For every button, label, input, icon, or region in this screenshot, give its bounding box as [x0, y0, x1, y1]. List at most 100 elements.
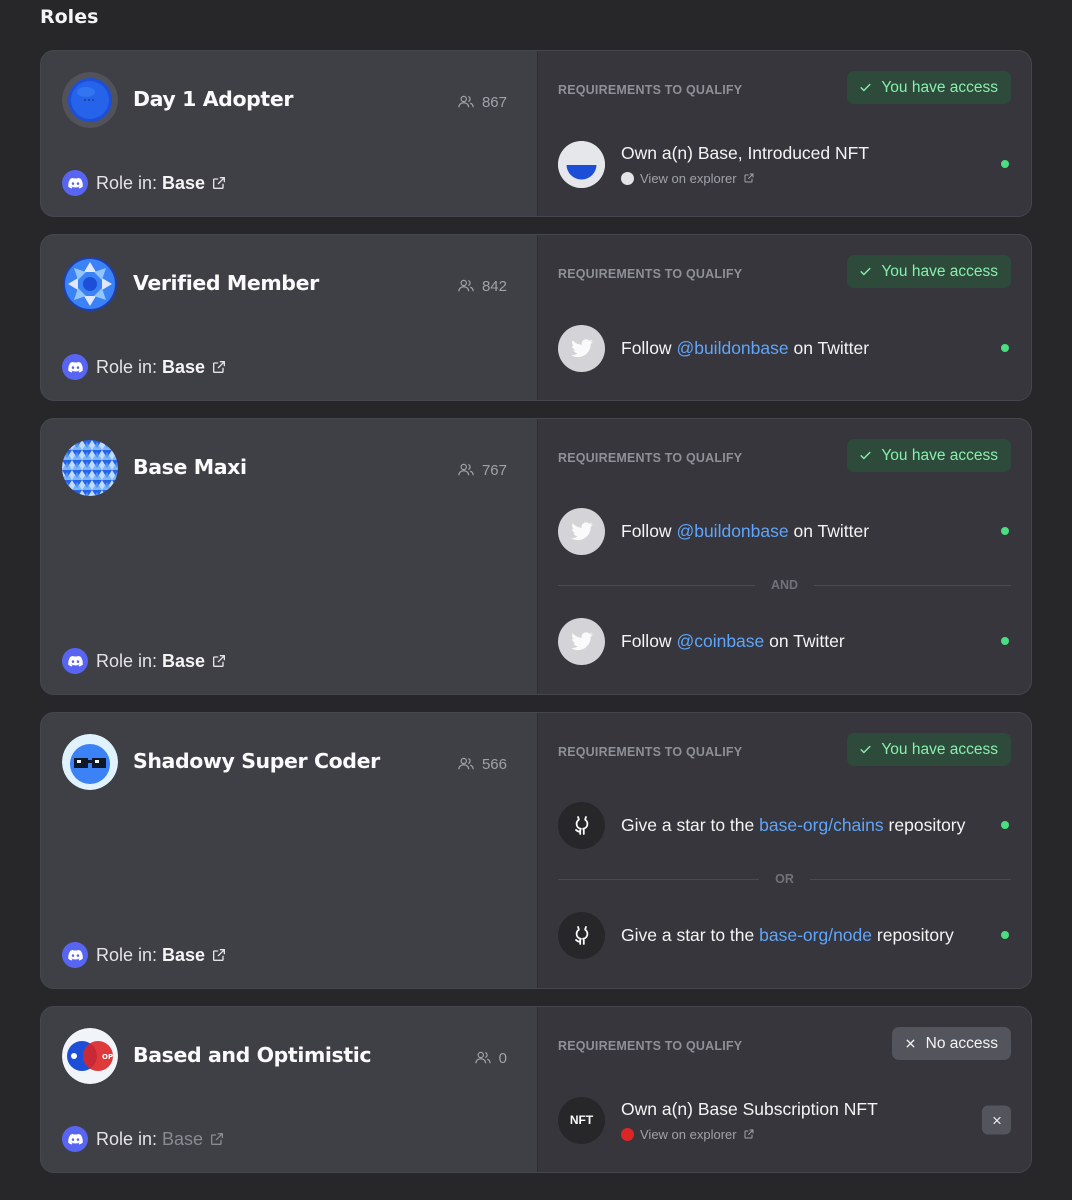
chain-icon	[621, 171, 634, 185]
access-label: You have access	[881, 446, 998, 464]
role-in-label: Role in:	[96, 356, 158, 377]
page-title: Roles	[40, 6, 99, 28]
role-in: Role in: Base	[62, 1126, 225, 1152]
requirement-item: Give a star to the base-org/chains repos…	[558, 801, 1011, 849]
discord-icon	[62, 1126, 88, 1152]
role-name: Based and Optimistic	[133, 1043, 372, 1067]
access-badge[interactable]: You have access	[847, 255, 1011, 288]
no-access-badge[interactable]: No access	[891, 1027, 1011, 1060]
access-label: You have access	[881, 262, 998, 280]
discord-icon	[62, 354, 88, 380]
requirement-text: Own a(n) Base, Introduced NFT	[621, 142, 870, 163]
logic-label: AND	[770, 578, 799, 592]
external-link-icon[interactable]	[211, 359, 227, 375]
github-icon	[558, 911, 605, 959]
role-card-shadowy-super-coder: Shadowy Super Coder 566 Role in: Base RE…	[40, 712, 1032, 989]
repository-link[interactable]: base-org/chains	[759, 815, 884, 835]
twitter-handle-link[interactable]: @buildonbase	[676, 338, 788, 358]
requirement-item: Give a star to the base-org/node reposit…	[558, 911, 1011, 959]
users-icon	[457, 755, 475, 773]
requirement-failed-button[interactable]	[982, 1105, 1011, 1135]
nft-icon: NFT	[558, 1096, 605, 1144]
close-icon	[991, 1114, 1003, 1126]
twitter-handle-link[interactable]: @coinbase	[676, 631, 764, 651]
requirement-item: NFT Own a(n) Base Subscription NFT View …	[558, 1096, 1011, 1144]
requirements-title: REQUIREMENTS TO QUALIFY	[558, 451, 743, 465]
logic-divider: OR	[558, 872, 1011, 886]
role-name: Verified Member	[133, 271, 319, 295]
server-link[interactable]: Base	[162, 651, 205, 672]
sunglasses-face-icon	[62, 734, 118, 790]
close-icon	[904, 1037, 917, 1050]
role-name: Shadowy Super Coder	[133, 749, 380, 773]
member-count: 767	[457, 461, 507, 479]
check-icon	[859, 265, 872, 278]
status-dot	[1001, 821, 1009, 829]
discord-icon	[62, 942, 88, 968]
svg-text:OP: OP	[102, 1053, 113, 1061]
discord-icon	[62, 170, 88, 196]
base-op-orbs-icon: OP	[62, 1028, 118, 1084]
repository-link[interactable]: base-org/node	[759, 925, 872, 945]
role-in: Role in: Base	[62, 354, 227, 380]
twitter-icon	[558, 507, 605, 555]
external-link-icon[interactable]	[211, 175, 227, 191]
requirement-text: Own a(n) Base Subscription NFT	[621, 1098, 878, 1119]
role-card-based-and-optimistic: OP Based and Optimistic 0 Role in: Base …	[40, 1006, 1032, 1173]
external-link-icon[interactable]	[209, 1131, 225, 1147]
access-label: No access	[925, 1034, 998, 1052]
member-count-value: 767	[481, 461, 507, 479]
role-name: Base Maxi	[133, 455, 247, 479]
access-badge[interactable]: You have access	[847, 71, 1011, 104]
role-in-label: Role in:	[96, 944, 158, 965]
status-dot	[1001, 931, 1009, 939]
access-badge[interactable]: You have access	[847, 439, 1011, 472]
server-link[interactable]: Base	[162, 357, 205, 378]
blue-orb-icon	[62, 72, 118, 128]
access-label: You have access	[881, 78, 998, 96]
role-in-label: Role in:	[96, 650, 158, 671]
twitter-icon	[558, 324, 605, 372]
member-count-value: 867	[481, 93, 507, 111]
member-count: 566	[457, 755, 507, 773]
check-icon	[859, 81, 872, 94]
access-badge[interactable]: You have access	[847, 733, 1011, 766]
requirement-text: Give a star to the base-org/node reposit…	[621, 924, 954, 945]
requirement-item: Follow @buildonbase on Twitter	[558, 507, 1011, 555]
github-icon	[558, 801, 605, 849]
external-link-icon[interactable]	[211, 947, 227, 963]
explorer-label: View on explorer	[640, 170, 737, 186]
optimism-chain-icon	[621, 1127, 634, 1141]
requirement-item: Follow @buildonbase on Twitter	[558, 324, 1011, 372]
role-card-day-1-adopter: Day 1 Adopter 867 Role in: Base REQUIREM…	[40, 50, 1032, 217]
users-icon	[457, 461, 475, 479]
server-link[interactable]: Base	[162, 1129, 203, 1150]
member-count: 842	[457, 277, 507, 295]
users-icon	[457, 277, 475, 295]
requirement-text: Give a star to the base-org/chains repos…	[621, 814, 966, 835]
requirement-item: Own a(n) Base, Introduced NFT View on ex…	[558, 140, 1011, 188]
check-icon	[859, 449, 872, 462]
external-link-icon[interactable]	[211, 653, 227, 669]
status-dot	[1001, 637, 1009, 645]
role-in-label: Role in:	[96, 1128, 158, 1149]
requirement-text: Follow @buildonbase on Twitter	[621, 520, 870, 541]
view-on-explorer-link[interactable]: View on explorer	[621, 1127, 878, 1142]
server-link[interactable]: Base	[162, 945, 205, 966]
logic-divider: AND	[558, 578, 1011, 592]
base-introduced-nft-icon	[558, 140, 605, 188]
role-in-label: Role in:	[96, 172, 158, 193]
twitter-handle-link[interactable]: @buildonbase	[676, 521, 788, 541]
server-link[interactable]: Base	[162, 173, 205, 194]
requirements-title: REQUIREMENTS TO QUALIFY	[558, 745, 743, 759]
member-count-value: 842	[481, 277, 507, 295]
requirement-item: Follow @coinbase on Twitter	[558, 617, 1011, 665]
requirement-text: Follow @buildonbase on Twitter	[621, 337, 870, 358]
member-count: 867	[457, 93, 507, 111]
access-label: You have access	[881, 740, 998, 758]
users-icon	[474, 1049, 492, 1067]
requirement-text: Follow @coinbase on Twitter	[621, 630, 845, 651]
view-on-explorer-link[interactable]: View on explorer	[621, 171, 869, 186]
status-dot	[1001, 344, 1009, 352]
discord-icon	[62, 648, 88, 674]
